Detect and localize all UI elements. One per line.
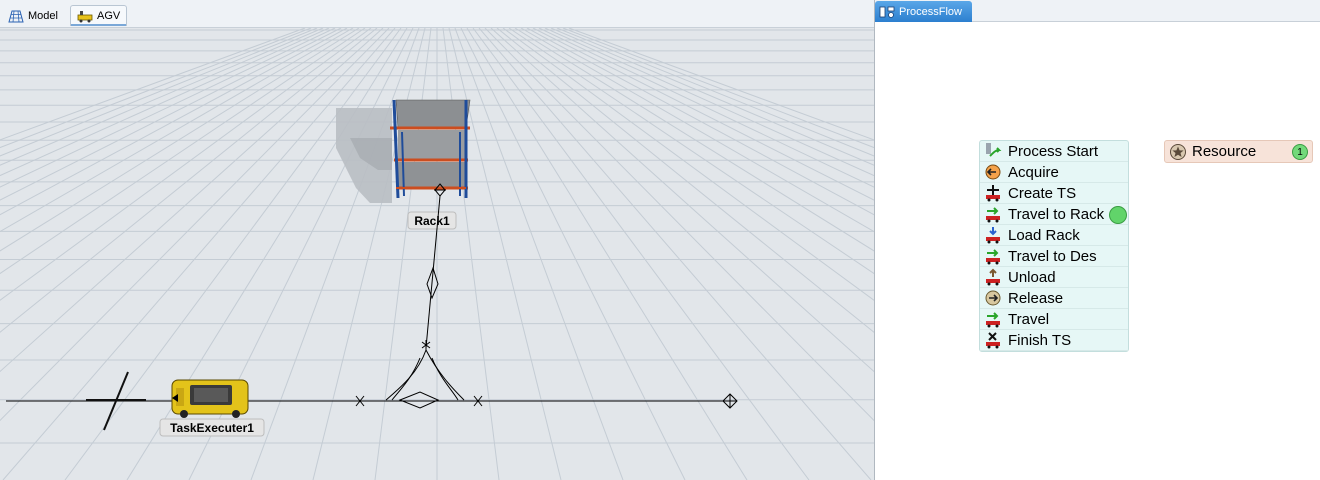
rack-model[interactable] (390, 99, 471, 199)
activity-travel[interactable]: Travel (980, 309, 1128, 330)
tab-agv[interactable]: AGV (70, 5, 128, 26)
model-view[interactable]: Model AGV Rack1 TaskExecuter1 (0, 0, 874, 480)
processflow-tabbar: ProcessFlow (875, 0, 1320, 22)
tab-processflow[interactable]: ProcessFlow (875, 1, 972, 22)
token[interactable] (1109, 206, 1127, 224)
activity-label: Finish TS (1008, 331, 1072, 349)
resource-label: Resource (1192, 143, 1257, 160)
tab-model[interactable]: Model (2, 5, 64, 26)
travel-icon (986, 249, 1000, 265)
activity-process-start[interactable]: Process Start (980, 141, 1128, 162)
travel-icon (986, 312, 1000, 328)
acquire-icon (985, 164, 1001, 180)
resource-count-badge: 1 (1292, 144, 1308, 160)
rack-label: Rack1 (414, 214, 450, 228)
activity-label: Process Start (1008, 142, 1099, 160)
3d-scene[interactable]: Rack1 TaskExecuter1 (0, 28, 874, 480)
activity-travel-to-rack[interactable]: Travel to Rack (980, 204, 1128, 225)
create-ts-icon (986, 185, 1000, 202)
task-executer-model[interactable] (171, 379, 249, 418)
travel-icon (986, 207, 1000, 223)
resource-shared-asset[interactable]: Resource 1 (1164, 140, 1313, 163)
tab-processflow-label: ProcessFlow (899, 5, 962, 18)
task-executer-label: TaskExecuter1 (170, 421, 254, 435)
activity-label: Create TS (1008, 184, 1077, 202)
processflow-icon (879, 6, 895, 18)
process-start-icon (986, 143, 1002, 157)
model-grid-icon (8, 10, 24, 22)
activity-travel-to-des[interactable]: Travel to Des (980, 246, 1128, 267)
activity-label: Unload (1008, 268, 1056, 286)
finish-ts-icon (986, 332, 1000, 349)
activity-label: Acquire (1008, 163, 1059, 181)
load-icon (986, 227, 1000, 244)
activity-label: Release (1008, 289, 1064, 307)
unload-icon (986, 268, 1000, 286)
activity-acquire[interactable]: Acquire (980, 162, 1128, 183)
activity-unload[interactable]: Unload (980, 267, 1128, 288)
activity-create-ts[interactable]: Create TS (980, 183, 1128, 204)
tab-agv-label: AGV (97, 10, 121, 22)
resource-icon (1170, 143, 1186, 160)
activity-finish-ts[interactable]: Finish TS (980, 330, 1128, 351)
activity-label: Load Rack (1008, 226, 1080, 244)
activity-label: Travel to Des (1008, 247, 1097, 265)
release-icon (985, 290, 1001, 306)
activity-label: Travel (1008, 310, 1050, 328)
activity-block[interactable]: Process Start Acquire Create TS Travel to R… (979, 140, 1129, 352)
agv-icon (77, 11, 93, 23)
activity-label: Travel to Rack (1008, 205, 1105, 223)
tab-model-label: Model (28, 9, 58, 22)
model-view-tabbar: Model AGV (0, 0, 874, 28)
activity-load-rack[interactable]: Load Rack (980, 225, 1128, 246)
activity-release[interactable]: Release (980, 288, 1128, 309)
